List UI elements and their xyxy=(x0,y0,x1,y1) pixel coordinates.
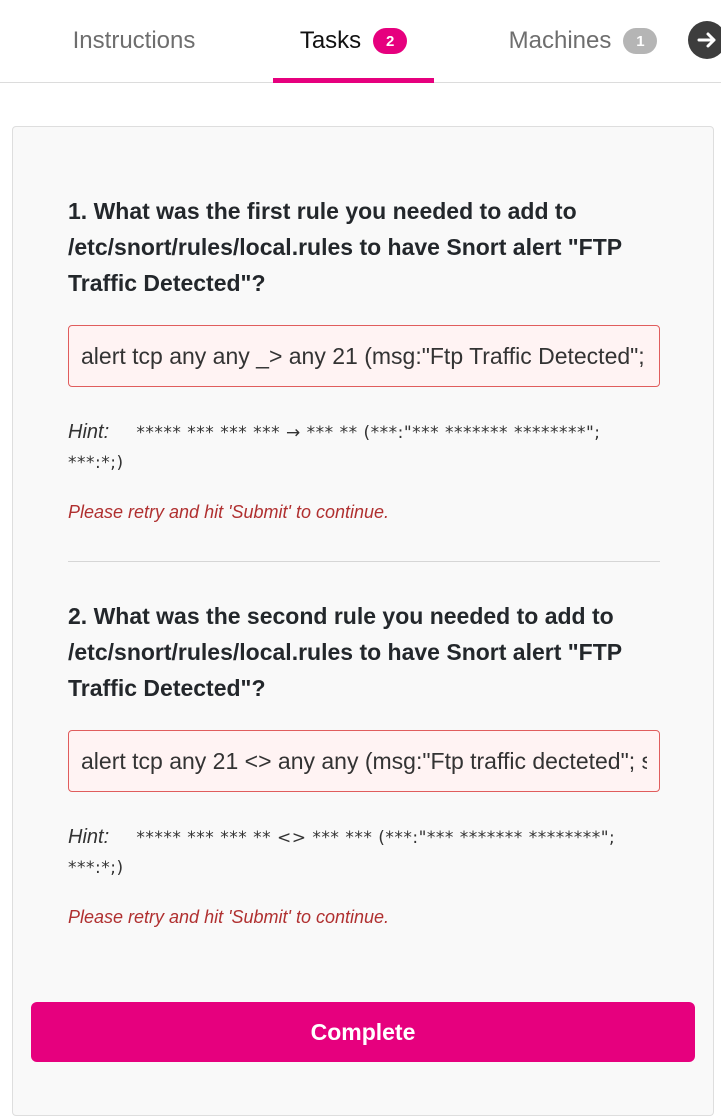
hint-2: Hint: ***** *** *** ** <> *** *** (***:"… xyxy=(68,822,628,883)
hint-2-text: ***** *** *** ** <> *** *** (***:"*** **… xyxy=(68,828,616,878)
hint-1: Hint: ***** *** *** *** → *** ** (***:"*… xyxy=(68,417,628,478)
hint-2-label: Hint: xyxy=(68,826,110,848)
tab-tasks-label: Tasks xyxy=(299,27,362,54)
hint-1-label: Hint: xyxy=(68,421,110,443)
question-2-text: 2. What was the second rule you needed t… xyxy=(68,603,622,701)
machines-count-badge: 1 xyxy=(623,28,658,54)
answer-2-input[interactable] xyxy=(68,730,660,792)
complete-button[interactable]: Complete xyxy=(31,1002,695,1062)
answer-1-input[interactable] xyxy=(68,325,660,387)
arrow-right-icon xyxy=(697,32,716,48)
tab-machines-label: Machines xyxy=(508,27,612,54)
question-divider xyxy=(68,561,660,562)
task-panel: 1. What was the first rule you needed to… xyxy=(12,126,714,1116)
tab-machines[interactable]: Machines 1 xyxy=(490,0,676,82)
tab-tasks[interactable]: Tasks 2 xyxy=(273,0,434,83)
hint-1-text: ***** *** *** *** → *** ** (***:"*** ***… xyxy=(68,423,601,473)
tab-instructions-label: Instructions xyxy=(72,27,196,54)
next-tab-button[interactable] xyxy=(688,21,721,59)
retry-message-2: Please retry and hit 'Submit' to continu… xyxy=(68,907,390,927)
tab-instructions[interactable]: Instructions xyxy=(40,0,228,82)
question-1-text: 1. What was the first rule you needed to… xyxy=(68,198,622,296)
tab-bar: Instructions Tasks 2 Machines 1 xyxy=(0,0,721,83)
retry-message-1: Please retry and hit 'Submit' to continu… xyxy=(68,502,390,522)
tasks-count-badge: 2 xyxy=(373,28,408,54)
